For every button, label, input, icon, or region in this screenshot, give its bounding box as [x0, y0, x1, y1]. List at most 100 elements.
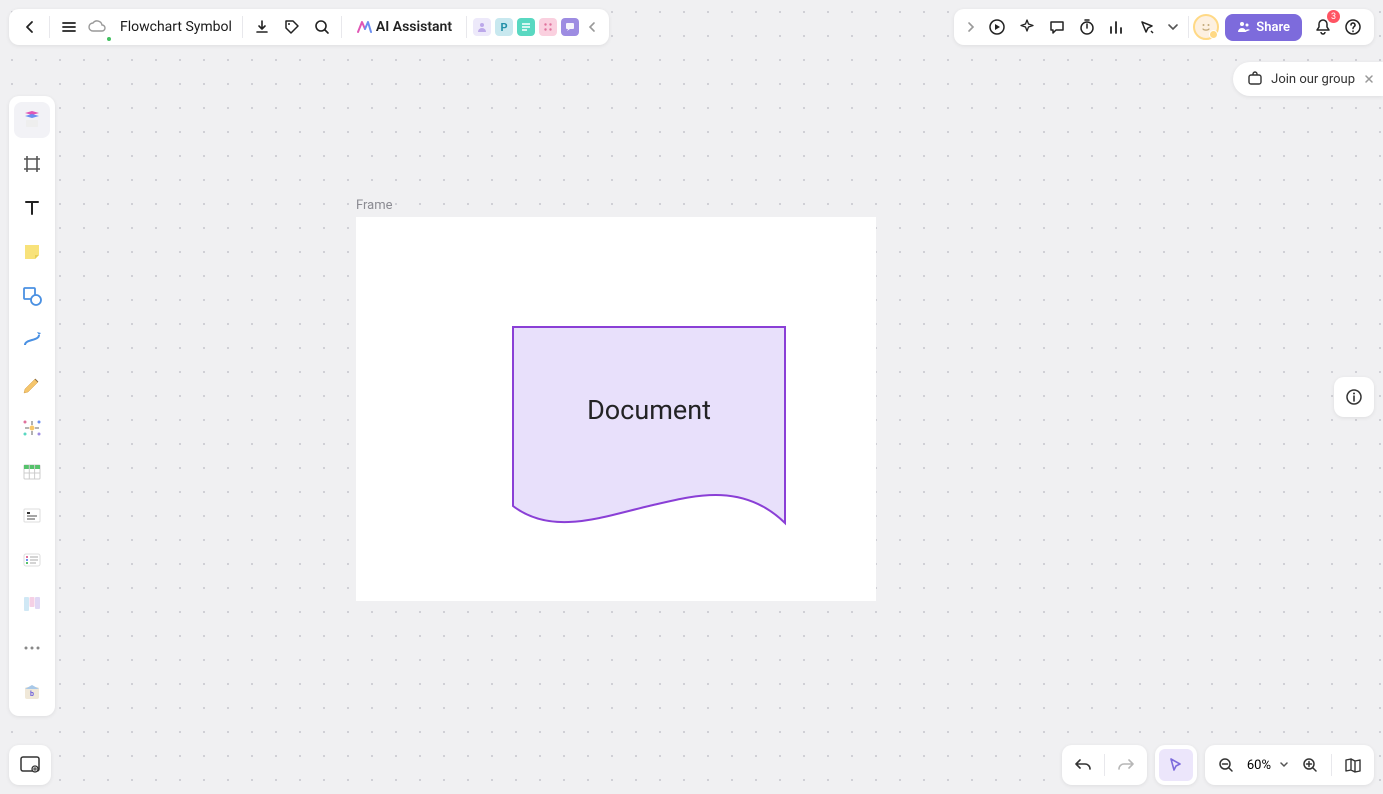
sticky-note-button[interactable] — [14, 234, 50, 270]
info-circle-icon — [1345, 388, 1363, 406]
bar-chart-icon — [1108, 18, 1126, 36]
divider — [466, 16, 467, 38]
minimap-button[interactable] — [9, 745, 51, 785]
mindmap-icon — [21, 417, 43, 439]
chat-icon — [565, 22, 575, 32]
poll-button[interactable] — [1102, 12, 1132, 42]
notifications-button[interactable]: 3 — [1308, 12, 1338, 42]
topbar-right: Share 3 — [954, 9, 1374, 45]
help-circle-icon — [1344, 18, 1362, 36]
templates-button[interactable] — [14, 102, 50, 138]
group-icon — [1247, 71, 1263, 87]
zoom-out-button[interactable] — [1209, 749, 1243, 781]
join-group-label: Join our group — [1271, 72, 1355, 87]
lines-icon — [521, 22, 531, 32]
sparkle-icon — [1018, 18, 1036, 36]
join-group-banner[interactable]: Join our group — [1233, 62, 1383, 96]
note-tool-button[interactable] — [14, 498, 50, 534]
info-button[interactable] — [1334, 377, 1374, 417]
badge-teal[interactable] — [517, 18, 535, 36]
document-shape[interactable]: Document — [512, 326, 786, 528]
search-button[interactable] — [307, 12, 337, 42]
connector-icon — [21, 329, 43, 351]
tag-icon — [284, 19, 300, 35]
comment-button[interactable] — [1042, 12, 1072, 42]
document-title[interactable]: Flowchart Symbol — [114, 19, 238, 35]
pencil-icon — [21, 373, 43, 395]
apps-icon: b — [21, 681, 43, 703]
apps-button[interactable]: b — [14, 674, 50, 710]
undo-button[interactable] — [1066, 749, 1100, 781]
mindmap-tool-button[interactable] — [14, 410, 50, 446]
share-button[interactable]: Share — [1225, 14, 1302, 41]
text-tool-button[interactable] — [14, 190, 50, 226]
chevron-right-icon — [965, 21, 977, 33]
ai-assistant-button[interactable]: AI Assistant — [346, 12, 462, 42]
zoom-out-icon — [1218, 757, 1234, 773]
shape-tool-button[interactable] — [14, 278, 50, 314]
divider — [49, 16, 50, 38]
play-button[interactable] — [982, 12, 1012, 42]
redo-button[interactable] — [1109, 749, 1143, 781]
badge-avatar[interactable] — [473, 18, 491, 36]
fit-view-button[interactable] — [1336, 749, 1370, 781]
chevron-down-icon — [1279, 760, 1289, 770]
people-icon — [1237, 20, 1251, 34]
badge-purple[interactable] — [561, 18, 579, 36]
help-button[interactable] — [1338, 12, 1368, 42]
svg-text:b: b — [30, 690, 34, 698]
download-icon — [254, 19, 270, 35]
zoom-dropdown-button[interactable] — [1275, 749, 1293, 781]
history-group — [1062, 745, 1147, 785]
table-tool-button[interactable] — [14, 454, 50, 490]
templates-icon — [21, 109, 43, 131]
timer-button[interactable] — [1072, 12, 1102, 42]
more-horizontal-icon — [21, 637, 43, 659]
draw-tool-button[interactable] — [14, 366, 50, 402]
hamburger-icon — [61, 19, 77, 35]
card-tool-button[interactable] — [14, 542, 50, 578]
collapse-badges-button[interactable] — [581, 12, 603, 42]
zoom-in-icon — [1302, 757, 1318, 773]
tag-button[interactable] — [277, 12, 307, 42]
cursor-click-icon — [1138, 18, 1156, 36]
badge-p[interactable]: P — [495, 18, 513, 36]
divider — [1188, 16, 1189, 38]
kanban-tool-button[interactable] — [14, 586, 50, 622]
zoom-in-button[interactable] — [1293, 749, 1327, 781]
divider — [341, 16, 342, 38]
play-circle-icon — [988, 18, 1006, 36]
ai-logo-icon — [356, 20, 372, 34]
smiley-icon — [1199, 20, 1213, 34]
more-tools-button[interactable] — [1162, 12, 1184, 42]
cloud-sync-button[interactable] — [84, 12, 110, 42]
text-icon — [21, 197, 43, 219]
divider — [1104, 754, 1105, 776]
download-button[interactable] — [247, 12, 277, 42]
zoom-group: 60% — [1205, 745, 1374, 785]
left-toolbar: b — [9, 96, 55, 716]
back-button[interactable] — [15, 12, 45, 42]
divider — [1331, 754, 1332, 776]
bottom-right-controls: 60% — [1062, 745, 1374, 785]
close-icon[interactable] — [1363, 73, 1375, 85]
more-tools-button[interactable] — [14, 630, 50, 666]
pointer-button[interactable] — [1132, 12, 1162, 42]
card-icon — [21, 549, 43, 571]
divider — [242, 16, 243, 38]
map-icon — [1344, 757, 1362, 773]
chat-bubble-icon — [1048, 18, 1066, 36]
shapes-icon — [21, 285, 43, 307]
badge-pink[interactable] — [539, 18, 557, 36]
menu-button[interactable] — [54, 12, 84, 42]
zoom-value[interactable]: 60% — [1243, 758, 1275, 773]
effects-button[interactable] — [1012, 12, 1042, 42]
expand-tools-button[interactable] — [960, 12, 982, 42]
cursor-mode-button[interactable] — [1159, 749, 1193, 781]
search-icon — [314, 19, 330, 35]
frame-tool-button[interactable] — [14, 146, 50, 182]
frame-label[interactable]: Frame — [356, 198, 393, 213]
user-avatar[interactable] — [1193, 14, 1219, 40]
connector-tool-button[interactable] — [14, 322, 50, 358]
chevron-down-icon — [1167, 21, 1179, 33]
